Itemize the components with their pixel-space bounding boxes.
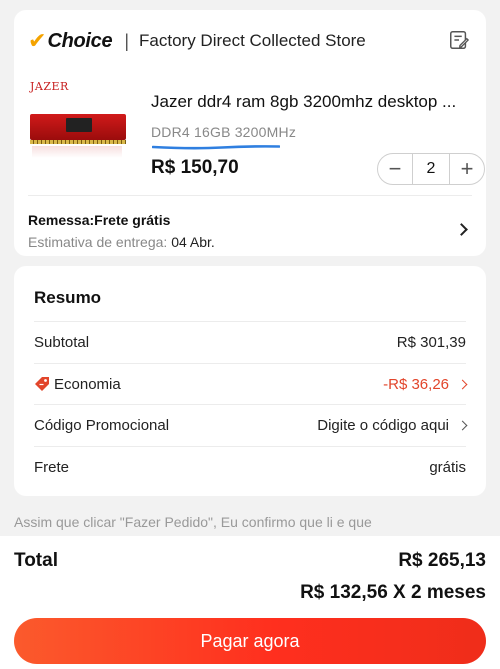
shipping-row[interactable]: Remessa:Frete grátis Estimativa de entre… [28, 202, 472, 252]
ram-module-graphic [30, 114, 126, 144]
shipping-eta: Estimativa de entrega: 04 Abr. [28, 234, 215, 250]
product-title[interactable]: Jazer ddr4 ram 8gb 3200mhz desktop ... [151, 92, 486, 112]
chevron-right-icon [457, 420, 468, 430]
total-value: R$ 265,13 [398, 550, 486, 571]
summary-card: Resumo Subtotal R$ 301,39 Economia -R$ 3… [14, 266, 486, 496]
choice-check-icon: ✔ [28, 28, 47, 53]
installment-value: R$ 132,56 X 2 meses [300, 582, 486, 603]
chevron-right-icon [457, 379, 468, 389]
quantity-increment-button[interactable]: + [450, 154, 484, 184]
quantity-decrement-button[interactable]: − [378, 154, 412, 184]
quantity-value[interactable]: 2 [412, 154, 450, 184]
summary-row-savings[interactable]: Economia -R$ 36,26 [34, 363, 468, 404]
savings-label: Economia [54, 375, 121, 393]
store-card: ✔ Choice | Factory Direct Collected Stor… [14, 10, 486, 256]
shipping-fee-value: grátis [429, 458, 466, 476]
total-label: Total [14, 550, 58, 571]
subtotal-label: Subtotal [34, 333, 90, 351]
edit-note-icon[interactable] [448, 29, 470, 51]
summary-row-promo-code[interactable]: Código Promocional Digite o código aqui [34, 404, 468, 445]
summary-row-shipping: Frete grátis [34, 446, 466, 487]
savings-label-group: Economia [34, 376, 121, 393]
shipping-fee-label: Frete [34, 458, 70, 476]
product-price: R$ 150,70 [151, 157, 239, 178]
divider [28, 195, 472, 196]
store-header: ✔ Choice | Factory Direct Collected Stor… [28, 26, 472, 56]
summary-title: Resumo [34, 288, 102, 307]
choice-badge: Choice [47, 29, 113, 52]
variant-highlight-underline [152, 145, 280, 150]
promo-code-input[interactable]: Digite o código aqui [317, 417, 449, 434]
terms-notice: Assim que clicar "Fazer Pedido", Eu conf… [14, 514, 372, 530]
shipping-eta-date: 04 Abr. [171, 234, 215, 250]
product-image[interactable]: JAZER [28, 76, 128, 180]
quantity-stepper: − 2 + [377, 153, 485, 185]
product-image-brand: JAZER [30, 80, 69, 93]
store-separator: | [124, 30, 130, 51]
summary-row-subtotal: Subtotal R$ 301,39 [34, 321, 466, 362]
product-variant[interactable]: DDR4 16GB 3200MHz [151, 124, 296, 140]
ram-reflection [32, 146, 122, 158]
savings-value: -R$ 36,26 [383, 375, 449, 393]
subtotal-value: R$ 301,39 [396, 333, 466, 351]
pay-now-button[interactable]: Pagar agora [14, 618, 486, 664]
shipping-title: Remessa:Frete grátis [28, 212, 171, 228]
store-name[interactable]: Factory Direct Collected Store [139, 31, 366, 51]
checkout-footer: Total R$ 265,13 R$ 132,56 X 2 meses Paga… [0, 536, 500, 669]
discount-tag-icon [35, 377, 49, 391]
promo-code-label: Código Promocional [34, 416, 170, 434]
chevron-right-icon [455, 223, 468, 236]
shipping-eta-label: Estimativa de entrega: [28, 234, 172, 250]
